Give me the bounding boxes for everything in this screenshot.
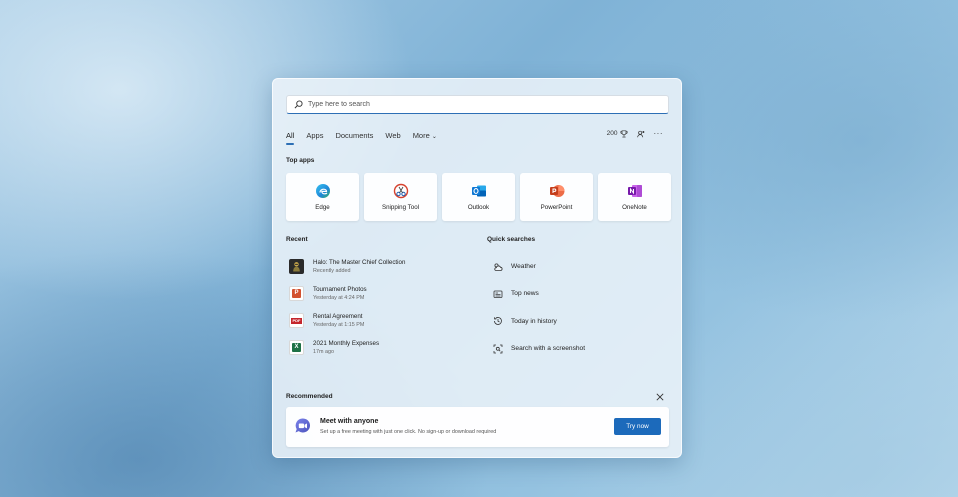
recent-item[interactable]: Halo: The Master Chief Collection Recent… (289, 253, 469, 280)
quick-searches-heading: Quick searches (487, 236, 536, 243)
tab-web[interactable]: Web (385, 131, 400, 140)
tab-apps[interactable]: Apps (306, 131, 323, 140)
app-label: Snipping Tool (381, 204, 420, 211)
recent-item[interactable]: P Tournament Photos Yesterday at 4:24 PM (289, 280, 469, 307)
tab-documents[interactable]: Documents (335, 131, 373, 140)
quick-search-top-news[interactable]: Top news (493, 280, 673, 307)
tab-all[interactable]: All (286, 131, 295, 145)
recent-item-title: Tournament Photos (313, 286, 367, 293)
powerpoint-icon (549, 183, 565, 199)
quick-search-today-in-history[interactable]: Today in history (493, 308, 673, 335)
recommended-title: Meet with anyone (320, 418, 379, 425)
recent-item-subtitle: Yesterday at 1:15 PM (313, 322, 365, 328)
app-tile-onenote[interactable]: OneNote (598, 173, 671, 221)
recommended-description: Set up a free meeting with just one clic… (320, 429, 497, 435)
quick-search-label: Top news (511, 290, 539, 298)
trophy-icon (619, 129, 628, 137)
filter-tabs: All Apps Documents Web More ⌄ (286, 131, 449, 145)
close-icon[interactable] (656, 393, 664, 401)
recent-item-title: Halo: The Master Chief Collection (313, 259, 406, 266)
recent-heading: Recent (286, 236, 308, 243)
try-now-button[interactable]: Try now (614, 418, 661, 435)
tab-more[interactable]: More ⌄ (413, 131, 437, 140)
recommended-heading: Recommended (286, 393, 333, 400)
news-icon (493, 290, 503, 298)
top-apps-heading: Top apps (286, 157, 315, 164)
quick-search-label: Today in history (511, 317, 557, 325)
rewards-points-value: 200 (606, 130, 618, 137)
rewards-points[interactable]: 200 (606, 129, 628, 138)
quick-search-weather[interactable]: Weather (493, 253, 673, 280)
powerpoint-file-icon: P (289, 286, 304, 301)
app-tile-powerpoint[interactable]: PowerPoint (520, 173, 593, 221)
outlook-icon (471, 183, 487, 199)
quick-search-label: Weather (511, 263, 536, 271)
pdf-file-icon: PDF (289, 313, 304, 328)
tab-more-label: More (412, 131, 430, 140)
recommended-card: Meet with anyone Set up a free meeting w… (286, 407, 669, 447)
app-tile-edge[interactable]: Edge (286, 173, 359, 221)
excel-file-icon: X (289, 340, 304, 355)
app-label: PowerPoint (540, 204, 573, 211)
screenshot-search-icon (493, 344, 503, 353)
edge-icon (315, 183, 331, 199)
chevron-down-icon: ⌄ (431, 134, 437, 140)
recent-item[interactable]: PDF Rental Agreement Yesterday at 1:15 P… (289, 307, 469, 334)
recent-item-subtitle: Recently added (313, 268, 351, 274)
history-icon (494, 317, 502, 326)
recent-item-subtitle: Yesterday at 4:24 PM (313, 295, 365, 301)
header-tools: 200 ··· (607, 129, 663, 138)
onenote-icon (627, 183, 643, 199)
app-label: OneNote (622, 204, 647, 211)
quick-search-screenshot[interactable]: Search with a screenshot (493, 335, 673, 362)
recent-item[interactable]: X 2021 Monthly Expenses 17m ago (289, 334, 469, 361)
app-label: Outlook (467, 204, 490, 211)
teams-meet-icon (295, 418, 310, 433)
account-icon[interactable] (636, 130, 645, 138)
app-label: Edge (315, 204, 330, 211)
recent-item-title: Rental Agreement (313, 313, 363, 320)
recent-list: Halo: The Master Chief Collection Recent… (289, 253, 469, 361)
search-icon (294, 100, 303, 109)
halo-icon (289, 259, 304, 274)
search-input[interactable] (308, 101, 648, 108)
search-box[interactable] (286, 95, 669, 114)
app-tile-outlook[interactable]: Outlook (442, 173, 515, 221)
more-options-icon[interactable]: ··· (654, 129, 664, 138)
quick-search-label: Search with a screenshot (511, 345, 586, 353)
search-panel: All Apps Documents Web More ⌄ 200 ··· To… (272, 78, 682, 458)
weather-icon (494, 263, 503, 271)
recent-item-title: 2021 Monthly Expenses (313, 340, 380, 347)
top-apps-list: Edge Snipping Tool Outlook PowerPoint On… (286, 173, 671, 221)
recent-item-subtitle: 17m ago (313, 349, 334, 355)
quick-searches-list: Weather Top news Today in history Search… (493, 253, 673, 362)
snipping-tool-icon (393, 183, 409, 199)
app-tile-snipping-tool[interactable]: Snipping Tool (364, 173, 437, 221)
